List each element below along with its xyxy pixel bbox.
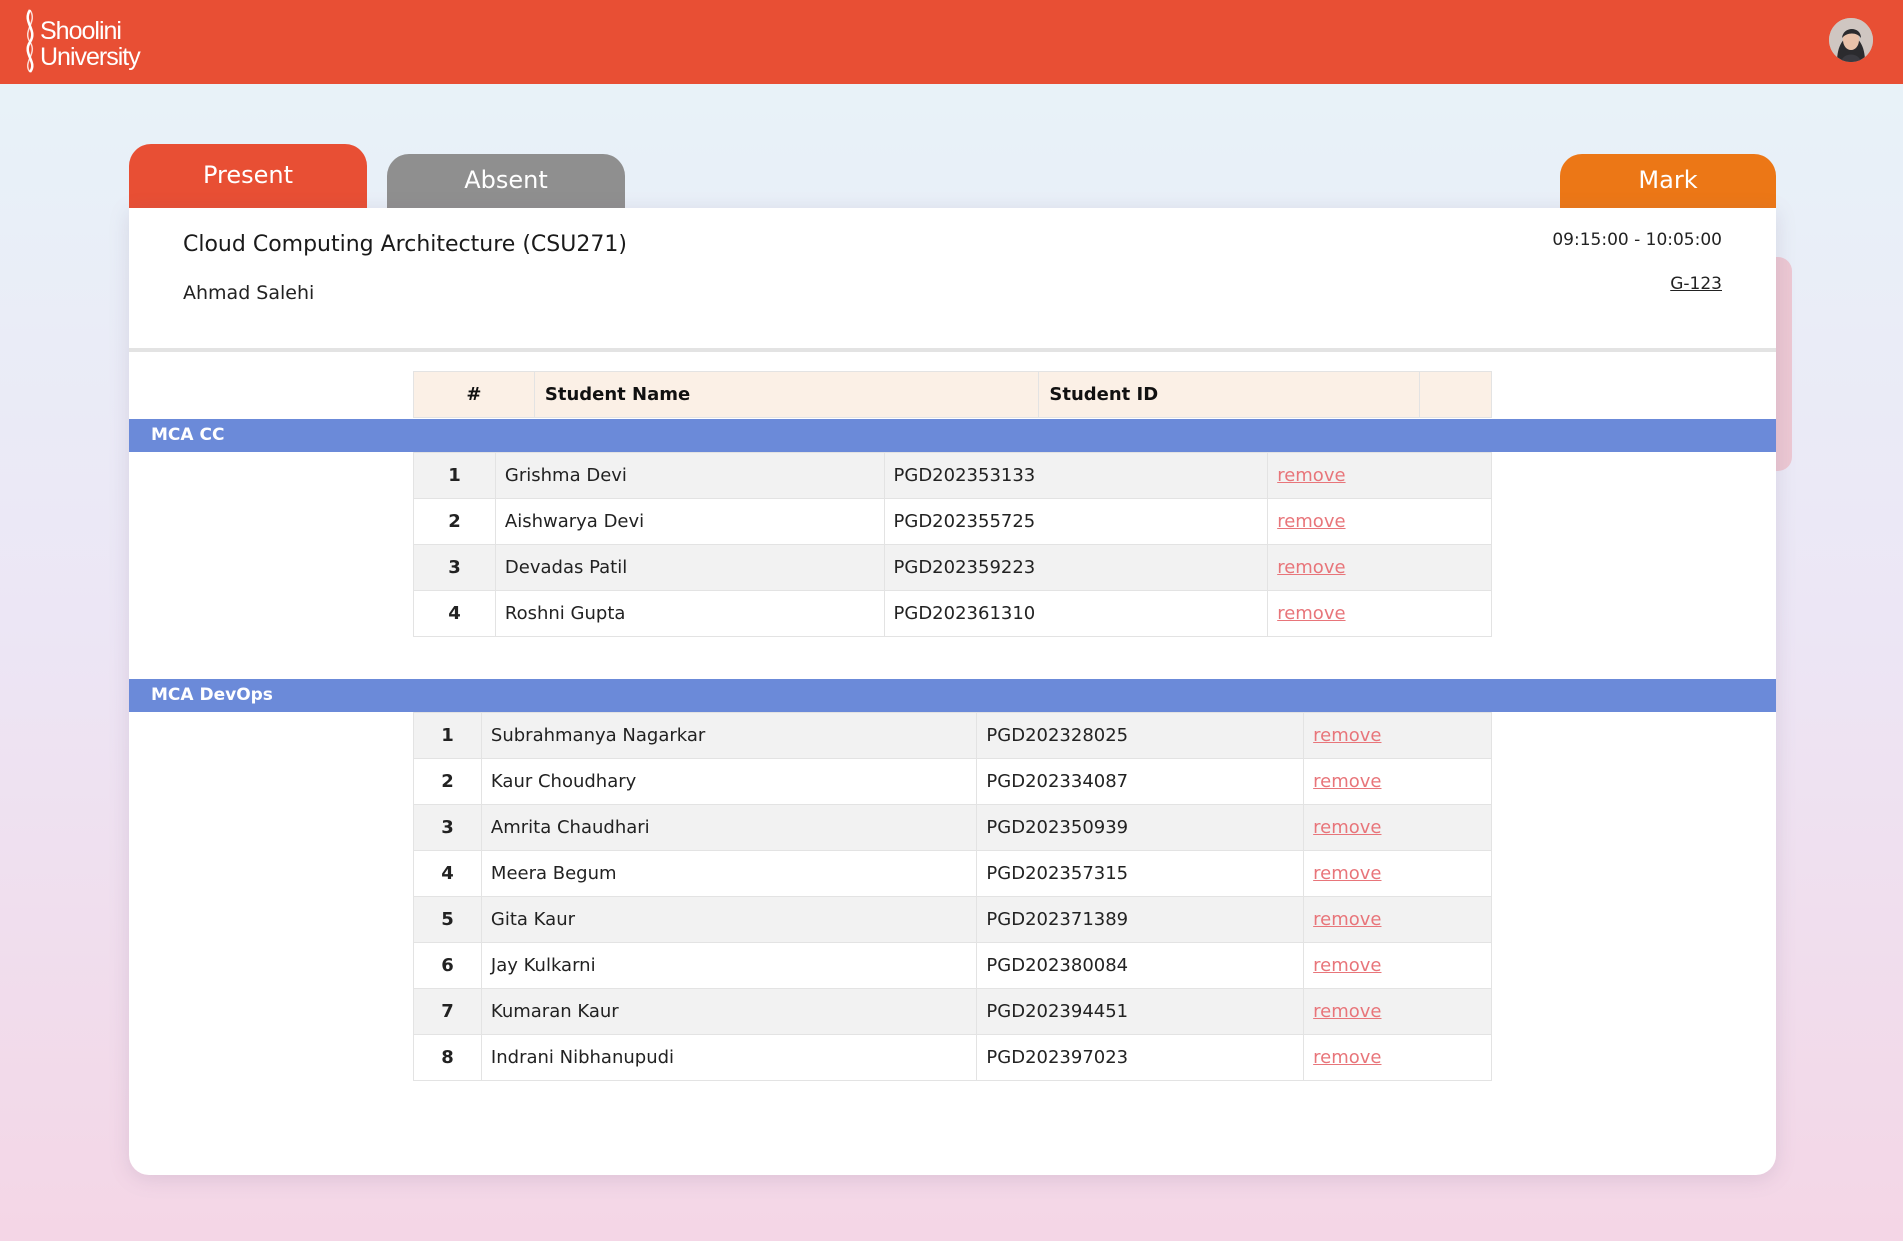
table-row: 4 Roshni Gupta PGD202361310 remove — [413, 590, 1492, 637]
header-action — [1419, 371, 1492, 418]
dna-logo-icon — [26, 9, 34, 73]
row-num: 6 — [413, 942, 482, 989]
university-logo[interactable]: Shoolini University — [20, 8, 150, 74]
divider — [129, 348, 1776, 352]
teacher-name: Ahmad Salehi — [183, 282, 315, 304]
student-id: PGD202371389 — [976, 896, 1305, 943]
student-name: Aishwarya Devi — [494, 498, 885, 545]
student-id: PGD202361310 — [883, 590, 1269, 637]
row-num: 3 — [413, 544, 496, 591]
table-row: 4 Meera Begum PGD202357315 remove — [413, 850, 1492, 897]
student-name: Gita Kaur — [480, 896, 978, 943]
header-row: # Student Name Student ID — [413, 371, 1492, 418]
student-name: Indrani Nibhanupudi — [480, 1034, 978, 1081]
remove-link[interactable]: remove — [1313, 955, 1381, 976]
student-id: PGD202394451 — [976, 988, 1305, 1035]
table-row: 3 Devadas Patil PGD202359223 remove — [413, 544, 1492, 591]
remove-link[interactable]: remove — [1313, 909, 1381, 930]
student-table-header: # Student Name Student ID — [413, 371, 1492, 418]
table-row: 7 Kumaran Kaur PGD202394451 remove — [413, 988, 1492, 1035]
row-num: 4 — [413, 850, 482, 897]
user-avatar[interactable] — [1829, 18, 1873, 62]
table-row: 2 Kaur Choudhary PGD202334087 remove — [413, 758, 1492, 805]
remove-link[interactable]: remove — [1313, 771, 1381, 792]
student-name: Kaur Choudhary — [480, 758, 978, 805]
row-num: 8 — [413, 1034, 482, 1081]
remove-link[interactable]: remove — [1277, 557, 1345, 578]
student-id: PGD202353133 — [883, 452, 1269, 499]
student-table-mca-cc: 1 Grishma Devi PGD202353133 remove 2 Ais… — [413, 452, 1492, 637]
student-name: Kumaran Kaur — [480, 988, 978, 1035]
student-id: PGD202380084 — [976, 942, 1305, 989]
student-id: PGD202359223 — [883, 544, 1269, 591]
row-num: 2 — [413, 498, 496, 545]
session-time: 09:15:00 - 10:05:00 — [1552, 230, 1722, 250]
table-row: 3 Amrita Chaudhari PGD202350939 remove — [413, 804, 1492, 851]
logo-line1: Shoolini — [40, 17, 122, 45]
header-student-id: Student ID — [1038, 371, 1421, 418]
top-bar: Shoolini University — [0, 0, 1903, 84]
remove-link[interactable]: remove — [1313, 863, 1381, 884]
row-num: 2 — [413, 758, 482, 805]
row-num: 5 — [413, 896, 482, 943]
attendance-card: Cloud Computing Architecture (CSU271) Ah… — [129, 208, 1776, 1175]
student-id: PGD202334087 — [976, 758, 1305, 805]
logo-text: Shoolini University — [40, 8, 141, 71]
remove-link[interactable]: remove — [1277, 511, 1345, 532]
student-name: Subrahmanya Nagarkar — [480, 712, 978, 759]
table-row: 8 Indrani Nibhanupudi PGD202397023 remov… — [413, 1034, 1492, 1081]
header-student-name: Student Name — [533, 371, 1040, 418]
tab-absent[interactable]: Absent — [387, 154, 625, 209]
row-num: 4 — [413, 590, 496, 637]
student-id: PGD202357315 — [976, 850, 1305, 897]
avatar-portrait-icon — [1829, 18, 1873, 62]
group-header-mca-devops: MCA DevOps — [129, 679, 1776, 712]
table-row: 2 Aishwarya Devi PGD202355725 remove — [413, 498, 1492, 545]
student-name: Devadas Patil — [494, 544, 885, 591]
logo-line2: University — [40, 43, 141, 71]
row-num: 1 — [413, 452, 496, 499]
table-row: 5 Gita Kaur PGD202371389 remove — [413, 896, 1492, 943]
table-row: 1 Subrahmanya Nagarkar PGD202328025 remo… — [413, 712, 1492, 759]
student-name: Grishma Devi — [494, 452, 885, 499]
mark-button[interactable]: Mark — [1560, 154, 1776, 209]
remove-link[interactable]: remove — [1313, 725, 1381, 746]
student-id: PGD202355725 — [883, 498, 1269, 545]
remove-link[interactable]: remove — [1277, 603, 1345, 624]
student-name: Roshni Gupta — [494, 590, 885, 637]
student-table-mca-devops: 1 Subrahmanya Nagarkar PGD202328025 remo… — [413, 712, 1492, 1081]
table-row: 1 Grishma Devi PGD202353133 remove — [413, 452, 1492, 499]
row-num: 1 — [413, 712, 482, 759]
student-id: PGD202350939 — [976, 804, 1305, 851]
tab-present[interactable]: Present — [129, 144, 367, 209]
remove-link[interactable]: remove — [1277, 465, 1345, 486]
student-name: Amrita Chaudhari — [480, 804, 978, 851]
header-num: # — [413, 371, 535, 418]
row-num: 7 — [413, 988, 482, 1035]
course-title: Cloud Computing Architecture (CSU271) — [183, 232, 627, 257]
student-name: Jay Kulkarni — [480, 942, 978, 989]
remove-link[interactable]: remove — [1313, 817, 1381, 838]
row-num: 3 — [413, 804, 482, 851]
student-id: PGD202328025 — [976, 712, 1305, 759]
student-name: Meera Begum — [480, 850, 978, 897]
room-link[interactable]: G-123 — [1670, 274, 1722, 294]
remove-link[interactable]: remove — [1313, 1001, 1381, 1022]
group-header-mca-cc: MCA CC — [129, 419, 1776, 452]
table-row: 6 Jay Kulkarni PGD202380084 remove — [413, 942, 1492, 989]
student-id: PGD202397023 — [976, 1034, 1305, 1081]
remove-link[interactable]: remove — [1313, 1047, 1381, 1068]
